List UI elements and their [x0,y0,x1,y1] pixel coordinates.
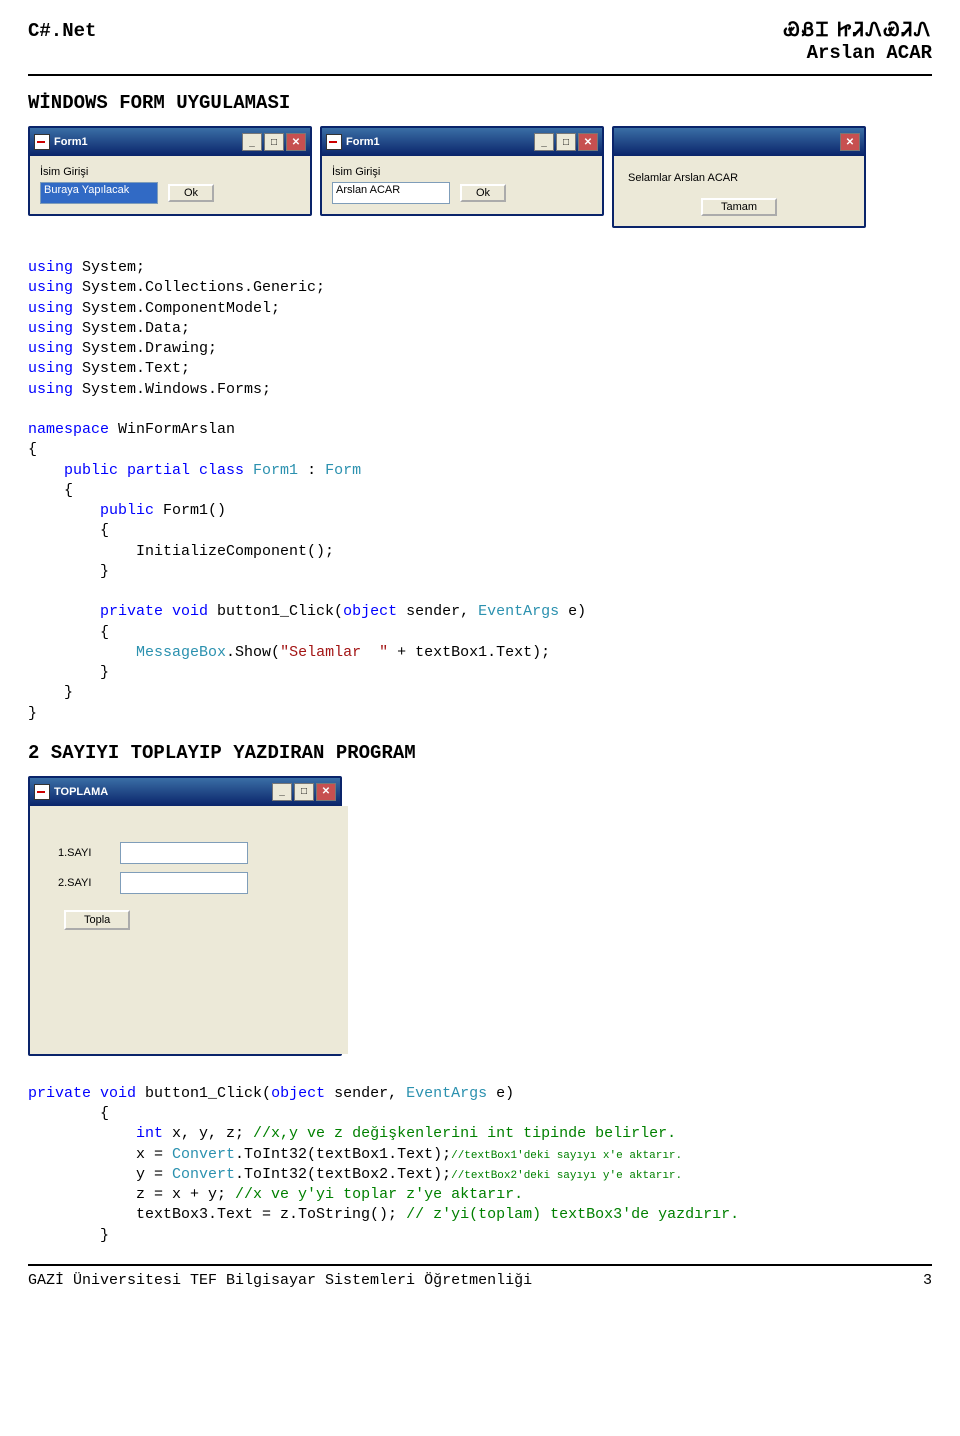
label-name-input: İsim Girişi [332,166,592,178]
header-rule [28,74,932,76]
close-button[interactable]: ✕ [578,133,598,151]
maximize-button[interactable]: □ [294,783,314,801]
window-icon [326,134,342,150]
window-form1-a: Form1 _ □ ✕ İsim Girişi Buraya Yapılacak… [28,126,312,216]
name-textbox[interactable]: Buraya Yapılacak [40,182,158,204]
section-title-sum: 2 SAYIYI TOPLAYIP YAZDIRAN PROGRAM [28,742,932,764]
textbox-sayi1[interactable] [120,842,248,864]
header-author: Arslan ACAR [784,42,932,64]
maximize-button[interactable]: □ [556,133,576,151]
code-block-1: using System; using System.Collections.G… [28,258,932,724]
maximize-button[interactable]: □ [264,133,284,151]
minimize-button[interactable]: _ [534,133,554,151]
window-title: Form1 [346,136,380,148]
name-textbox[interactable]: Arslan ACAR [332,182,450,204]
header-script: ᏯᏰᏆ ᏥᏘᏁᏯᏘᏁ [784,20,932,42]
window-messagebox: ✕ Selamlar Arslan ACAR Tamam [612,126,866,228]
footer-text: GAZİ Üniversitesi TEF Bilgisayar Sisteml… [28,1272,532,1289]
label-sayi2: 2.SAYI [58,877,112,889]
close-button[interactable]: ✕ [286,133,306,151]
window-icon [34,134,50,150]
section-title-winforms: WİNDOWS FORM UYGULAMASI [28,92,932,114]
titlebar: TOPLAMA _ □ ✕ [30,778,340,806]
topla-button[interactable]: Topla [64,910,130,930]
header-left: C#.Net [28,20,96,42]
ok-button[interactable]: Ok [460,184,506,202]
titlebar: ✕ [614,128,864,156]
page-number: 3 [923,1272,932,1289]
titlebar: Form1 _ □ ✕ [322,128,602,156]
label-sayi1: 1.SAYI [58,847,112,859]
header-right: ᏯᏰᏆ ᏥᏘᏁᏯᏘᏁ Arslan ACAR [784,20,932,64]
label-name-input: İsim Girişi [40,166,300,178]
page-footer: GAZİ Üniversitesi TEF Bilgisayar Sisteml… [28,1264,932,1289]
window-toplama: TOPLAMA _ □ ✕ 1.SAYI 2.SAYI Topla [28,776,342,1056]
tamam-button[interactable]: Tamam [701,198,777,216]
forms-row: Form1 _ □ ✕ İsim Girişi Buraya Yapılacak… [28,126,932,228]
window-icon [34,784,50,800]
minimize-button[interactable]: _ [242,133,262,151]
close-button[interactable]: ✕ [840,133,860,151]
minimize-button[interactable]: _ [272,783,292,801]
ok-button[interactable]: Ok [168,184,214,202]
messagebox-text: Selamlar Arslan ACAR [624,166,854,198]
window-title: TOPLAMA [54,786,108,798]
page-header: C#.Net ᏯᏰᏆ ᏥᏘᏁᏯᏘᏁ Arslan ACAR [28,20,932,64]
code-block-2: private void button1_Click(object sender… [28,1084,932,1246]
textbox-sayi2[interactable] [120,872,248,894]
window-form1-b: Form1 _ □ ✕ İsim Girişi Arslan ACAR Ok [320,126,604,216]
close-button[interactable]: ✕ [316,783,336,801]
window-title: Form1 [54,136,88,148]
titlebar: Form1 _ □ ✕ [30,128,310,156]
